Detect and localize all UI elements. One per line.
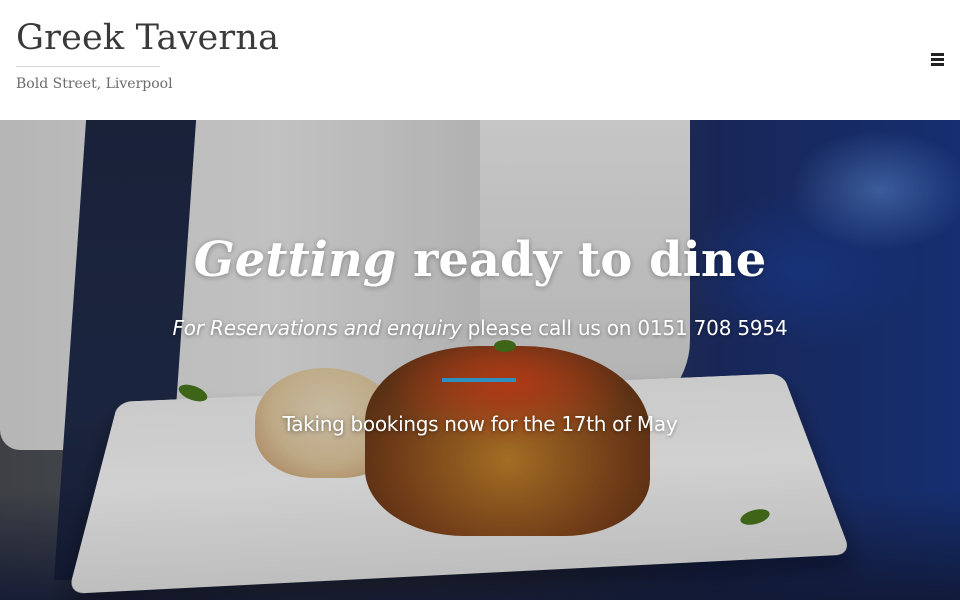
- hero-heading: Getting ready to dine: [0, 232, 960, 288]
- hero-content: Getting ready to dine For Reservations a…: [0, 120, 960, 600]
- reservation-line-rest: please call us on 0151 708 5954: [461, 316, 788, 340]
- hero-divider: [442, 378, 516, 382]
- reservation-line-emphasis: For Reservations and enquiry: [172, 316, 462, 340]
- reservation-line: For Reservations and enquiry please call…: [0, 316, 960, 340]
- site-header: Greek Taverna Bold Street, Liverpool: [0, 0, 960, 120]
- site-tagline: Bold Street, Liverpool: [16, 76, 173, 92]
- hero-heading-emphasis: Getting: [193, 232, 397, 288]
- booking-note: Taking bookings now for the 17th of May: [282, 412, 678, 436]
- hero-heading-rest: ready to dine: [396, 232, 767, 288]
- hamburger-menu-icon[interactable]: [928, 50, 948, 68]
- title-divider: [16, 66, 160, 67]
- hero-banner: Getting ready to dine For Reservations a…: [0, 120, 960, 600]
- site-title[interactable]: Greek Taverna: [16, 18, 279, 58]
